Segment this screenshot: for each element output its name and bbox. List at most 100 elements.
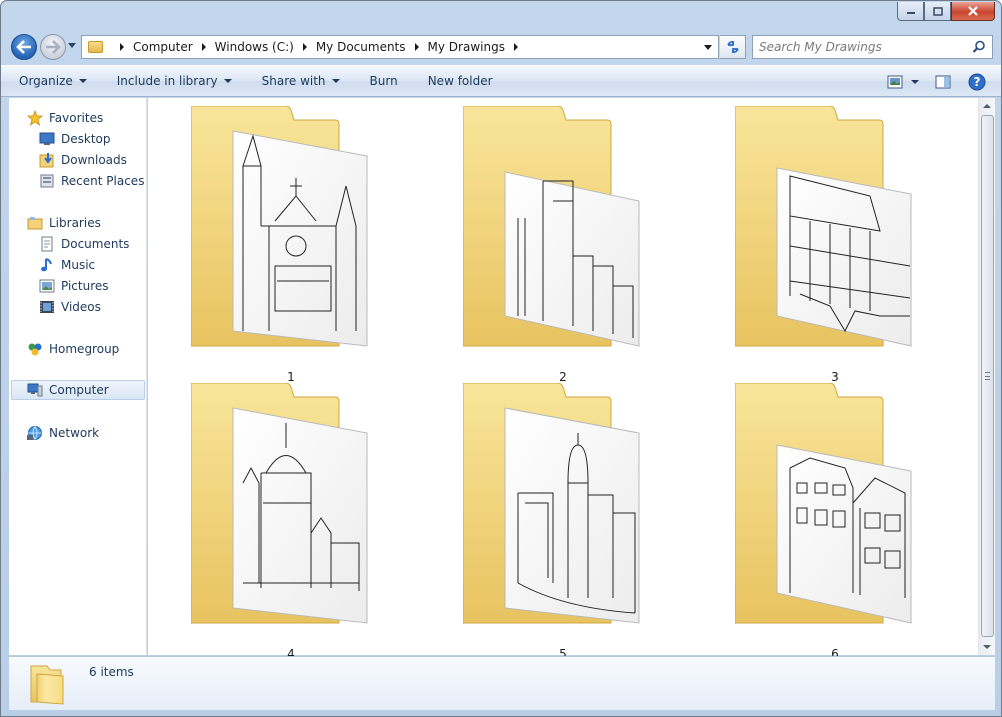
sidebar-item-label: Videos: [61, 300, 101, 314]
back-button[interactable]: [11, 34, 37, 60]
close-button[interactable]: [951, 2, 995, 21]
vertical-scrollbar[interactable]: [978, 98, 995, 655]
breadcrumb-separator[interactable]: [513, 43, 518, 51]
file-list[interactable]: 1 2 3 4 5 6: [148, 98, 978, 661]
sidebar-item-recent-places[interactable]: Recent Places: [39, 171, 145, 191]
minimize-button[interactable]: [897, 2, 924, 21]
sidebar-item-downloads[interactable]: Downloads: [39, 150, 145, 170]
new-folder-button[interactable]: New folder: [428, 74, 493, 88]
navigation-pane: Favorites Desktop Downloads Recent Place…: [9, 98, 147, 655]
command-bar: Organize Include in library Share with B…: [1, 65, 1001, 97]
organize-label: Organize: [19, 74, 73, 88]
folder-item[interactable]: 1: [190, 105, 391, 384]
address-history-dropdown[interactable]: [704, 45, 712, 50]
refresh-button[interactable]: [720, 35, 746, 59]
preview-pane-button[interactable]: [933, 72, 953, 92]
preview-pane-icon: [935, 75, 951, 89]
sidebar-item-favorites[interactable]: Favorites: [27, 108, 145, 128]
explorer-window: Computer Windows (C:) My Documents My Dr…: [0, 0, 1002, 717]
sidebar-item-homegroup[interactable]: Homegroup: [27, 339, 145, 359]
scrollbar-thumb[interactable]: [981, 115, 994, 637]
folder-item[interactable]: 3: [734, 105, 935, 384]
folder-thumbnail-icon: [734, 105, 912, 347]
organize-button[interactable]: Organize: [19, 74, 87, 88]
sidebar-item-label: Desktop: [61, 132, 111, 146]
sidebar-item-documents[interactable]: Documents: [39, 234, 145, 254]
search-icon[interactable]: [972, 40, 986, 54]
chevron-down-icon: [331, 79, 340, 83]
sidebar-item-label: Homegroup: [49, 342, 120, 356]
scroll-up-arrow-icon[interactable]: [983, 104, 991, 108]
breadcrumb-separator[interactable]: [120, 43, 124, 51]
minimize-icon: [906, 12, 915, 14]
recent-places-icon: [39, 173, 55, 189]
arrow-right-icon: [46, 40, 61, 54]
sidebar-item-music[interactable]: Music: [39, 255, 145, 275]
svg-text:?: ?: [974, 75, 981, 89]
view-dropdown[interactable]: [911, 80, 919, 84]
title-bar: [1, 1, 1001, 31]
search-box[interactable]: [752, 35, 993, 59]
folder-item[interactable]: 5: [462, 382, 663, 661]
search-input[interactable]: [759, 40, 969, 54]
sidebar-item-label: Recent Places: [61, 174, 145, 188]
breadcrumb-separator[interactable]: [414, 43, 419, 51]
breadcrumb-my-documents[interactable]: My Documents: [316, 40, 406, 54]
share-with-label: Share with: [261, 74, 326, 88]
breadcrumb-computer[interactable]: Computer: [133, 40, 193, 54]
documents-icon: [39, 236, 55, 252]
pictures-icon: [39, 278, 55, 294]
sidebar-item-label: Computer: [49, 383, 109, 397]
sidebar-item-label: Favorites: [49, 111, 104, 125]
folder-thumbnail-icon: [190, 105, 368, 347]
sidebar-item-computer[interactable]: Computer: [11, 380, 145, 400]
folder-icon: [88, 41, 103, 53]
folder-item[interactable]: 2: [462, 105, 663, 384]
sidebar-item-label: Libraries: [49, 216, 101, 230]
desktop-icon: [39, 131, 55, 147]
sidebar-item-label: Network: [49, 426, 100, 440]
music-icon: [39, 257, 55, 273]
recent-pages-dropdown[interactable]: [68, 43, 76, 48]
videos-icon: [39, 299, 55, 315]
sidebar-item-pictures[interactable]: Pictures: [39, 276, 145, 296]
change-view-button[interactable]: [885, 72, 905, 92]
maximize-button[interactable]: [924, 2, 951, 21]
forward-button[interactable]: [40, 34, 66, 60]
folder-icon: [29, 662, 69, 709]
burn-button[interactable]: Burn: [370, 74, 398, 88]
sidebar-item-videos[interactable]: Videos: [39, 297, 145, 317]
sidebar-item-desktop[interactable]: Desktop: [39, 129, 145, 149]
breadcrumb-my-drawings[interactable]: My Drawings: [428, 40, 505, 54]
caption-buttons: [897, 2, 995, 21]
breadcrumb-separator[interactable]: [302, 43, 307, 51]
breadcrumb-windows-c[interactable]: Windows (C:): [215, 40, 294, 54]
address-bar[interactable]: Computer Windows (C:) My Documents My Dr…: [81, 35, 719, 59]
navigation-bar: Computer Windows (C:) My Documents My Dr…: [1, 31, 1001, 65]
libraries-icon: [27, 215, 43, 231]
homegroup-icon: [27, 341, 43, 357]
chevron-down-icon: [223, 79, 232, 83]
details-pane: 6 items: [9, 656, 995, 710]
star-icon: [27, 110, 43, 126]
share-with-button[interactable]: Share with: [262, 74, 340, 88]
scroll-down-arrow-icon[interactable]: [983, 645, 991, 649]
maximize-icon: [932, 6, 943, 16]
sidebar-item-label: Pictures: [61, 279, 109, 293]
sidebar-item-network[interactable]: Network: [27, 423, 145, 443]
computer-icon: [27, 382, 43, 398]
folder-name: 3: [831, 370, 839, 384]
breadcrumb-separator[interactable]: [201, 43, 206, 51]
command-bar-right: ?: [871, 72, 987, 92]
help-button[interactable]: ?: [967, 72, 987, 92]
view-options-icon: [887, 75, 903, 89]
folder-item[interactable]: 6: [734, 382, 935, 661]
help-icon: ?: [968, 73, 986, 91]
folder-item[interactable]: 4: [190, 382, 391, 661]
folder-thumbnail-icon: [462, 105, 640, 347]
include-in-library-button[interactable]: Include in library: [117, 74, 232, 88]
arrow-left-icon: [16, 40, 31, 54]
close-icon: [968, 6, 978, 16]
scrollbar-grip-icon: [985, 372, 990, 380]
sidebar-item-libraries[interactable]: Libraries: [27, 213, 145, 233]
